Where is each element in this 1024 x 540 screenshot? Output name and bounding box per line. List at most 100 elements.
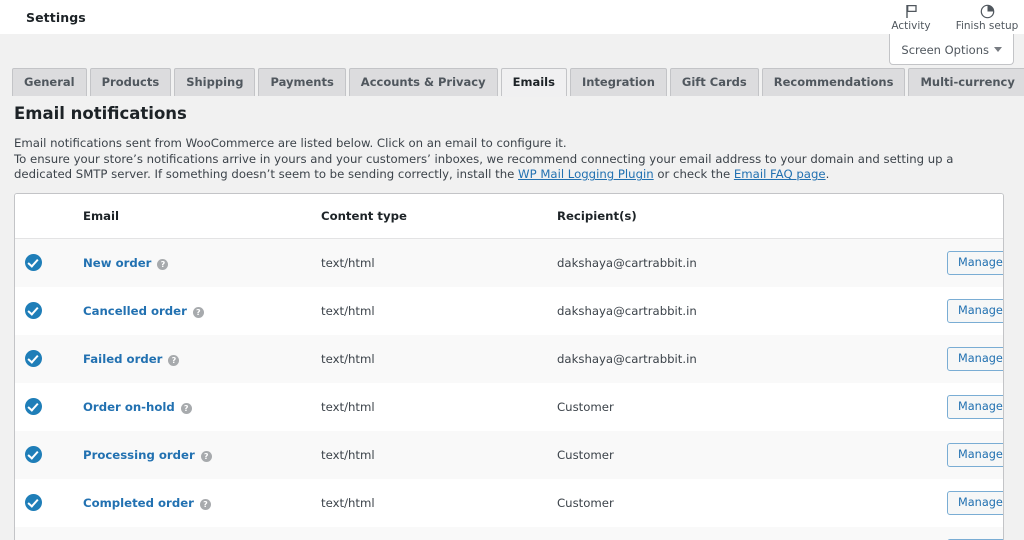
admin-top-bar: Settings Activity Finish setup (0, 0, 1024, 34)
description-text-c: . (826, 167, 830, 181)
table-body: New order?text/htmldakshaya@cartrabbit.i… (15, 238, 1004, 540)
column-header-status (15, 194, 73, 239)
table-row: Cancelled order?text/htmldakshaya@cartra… (15, 287, 1004, 335)
tab-recommendations[interactable]: Recommendations (762, 68, 906, 96)
tab-products[interactable]: Products (90, 68, 172, 96)
row-action-cell: Manage (937, 335, 1004, 383)
section-heading: Email notifications (14, 104, 1004, 124)
email-notifications-table-card: Email Content type Recipient(s) New orde… (14, 193, 1004, 540)
table-row: Processing order?text/htmlCustomerManage (15, 431, 1004, 479)
flag-icon (905, 3, 918, 19)
manage-button[interactable]: Manage (947, 251, 1004, 275)
tab-gift-cards[interactable]: Gift Cards (670, 68, 759, 96)
description-line-2: To ensure your store’s notifications arr… (14, 152, 1004, 182)
column-header-recipients: Recipient(s) (547, 194, 937, 239)
row-content-type-cell: text/html (311, 335, 547, 383)
section-description: Email notifications sent from WooCommerc… (14, 136, 1004, 183)
check-circle-icon[interactable] (25, 398, 42, 415)
row-action-cell: Manage (937, 238, 1004, 287)
manage-button[interactable]: Manage (947, 395, 1004, 419)
row-email-cell: Failed order? (73, 335, 311, 383)
activity-label: Activity (891, 20, 930, 33)
row-action-cell: Manage (937, 383, 1004, 431)
settings-tabs-region: General Products Shipping Payments Accou… (0, 34, 1024, 96)
tab-accounts-privacy[interactable]: Accounts & Privacy (349, 68, 498, 96)
tab-integration[interactable]: Integration (570, 68, 667, 96)
table-row: Refunded order?text/htmlCustomerManage (15, 527, 1004, 540)
manage-button[interactable]: Manage (947, 491, 1004, 515)
tab-general[interactable]: General (12, 68, 87, 96)
email-link[interactable]: New order (83, 256, 151, 270)
chevron-down-icon (994, 47, 1002, 52)
row-recipients-cell: Customer (547, 431, 937, 479)
screen-options-button[interactable]: Screen Options (889, 34, 1014, 65)
email-faq-page-link[interactable]: Email FAQ page (734, 167, 826, 181)
help-icon[interactable]: ? (181, 403, 192, 414)
row-status-cell (15, 335, 73, 383)
help-icon[interactable]: ? (193, 307, 204, 318)
row-email-cell: Cancelled order? (73, 287, 311, 335)
help-icon[interactable]: ? (200, 499, 211, 510)
topbar-actions: Activity Finish setup (884, 0, 1024, 34)
column-header-action (937, 194, 1004, 239)
row-recipients-cell: Customer (547, 527, 937, 540)
row-content-type-cell: text/html (311, 383, 547, 431)
row-status-cell (15, 479, 73, 527)
row-action-cell: Manage (937, 287, 1004, 335)
row-status-cell (15, 527, 73, 540)
help-icon[interactable]: ? (201, 451, 212, 462)
row-content-type-cell: text/html (311, 238, 547, 287)
table-row: New order? text/htmldakshaya@cartrabbit.i… (15, 238, 1004, 287)
row-recipients-cell: dakshaya@cartrabbit.in (547, 238, 937, 287)
row-email-cell: Processing order? (73, 431, 311, 479)
row-content-type-cell: text/html (311, 527, 547, 540)
tab-multi-currency[interactable]: Multi-currency (908, 68, 1024, 96)
wp-mail-logging-plugin-link[interactable]: WP Mail Logging Plugin (518, 167, 654, 181)
check-circle-icon[interactable] (25, 302, 42, 319)
description-line-1: Email notifications sent from WooCommerc… (14, 136, 1004, 151)
email-link[interactable]: Completed order (83, 496, 194, 510)
check-circle-icon[interactable] (25, 254, 42, 271)
finish-setup-label: Finish setup (956, 20, 1019, 33)
row-status-cell (15, 238, 73, 287)
email-link[interactable]: Failed order (83, 352, 162, 366)
settings-content: Email notifications Email notifications … (0, 104, 1024, 540)
row-status-cell (15, 287, 73, 335)
check-circle-icon[interactable] (25, 494, 42, 511)
email-link[interactable]: Order on-hold (83, 400, 175, 414)
tab-emails[interactable]: Emails (501, 68, 567, 96)
column-header-content-type: Content type (311, 194, 547, 239)
table-header: Email Content type Recipient(s) (15, 194, 1004, 239)
tab-payments[interactable]: Payments (258, 68, 345, 96)
row-action-cell: Manage (937, 479, 1004, 527)
check-circle-icon[interactable] (25, 350, 42, 367)
help-icon[interactable]: ? (168, 355, 179, 366)
row-recipients-cell: dakshaya@cartrabbit.in (547, 335, 937, 383)
row-content-type-cell: text/html (311, 287, 547, 335)
help-icon[interactable]: ? (157, 259, 168, 270)
table-row: Completed order?text/htmlCustomerManage (15, 479, 1004, 527)
tab-shipping[interactable]: Shipping (174, 68, 255, 96)
activity-button[interactable]: Activity (884, 0, 938, 33)
finish-setup-button[interactable]: Finish setup (960, 0, 1014, 33)
column-header-email: Email (73, 194, 311, 239)
page-title: Settings (26, 10, 86, 25)
email-notifications-table: Email Content type Recipient(s) New orde… (15, 194, 1004, 540)
settings-tabs: General Products Shipping Payments Accou… (12, 68, 1024, 96)
row-email-cell: Completed order? (73, 479, 311, 527)
table-row: Order on-hold?text/htmlCustomerManage (15, 383, 1004, 431)
progress-circle-icon (980, 3, 995, 19)
row-action-cell: Manage (937, 527, 1004, 540)
row-action-cell: Manage (937, 431, 1004, 479)
row-content-type-cell: text/html (311, 431, 547, 479)
row-recipients-cell: dakshaya@cartrabbit.in (547, 287, 937, 335)
check-circle-icon[interactable] (25, 446, 42, 463)
manage-button[interactable]: Manage (947, 299, 1004, 323)
row-status-cell (15, 383, 73, 431)
manage-button[interactable]: Manage (947, 347, 1004, 371)
screen-options-label: Screen Options (901, 43, 989, 57)
email-link[interactable]: Cancelled order (83, 304, 187, 318)
manage-button[interactable]: Manage (947, 443, 1004, 467)
row-email-cell: Order on-hold? (73, 383, 311, 431)
email-link[interactable]: Processing order (83, 448, 195, 462)
